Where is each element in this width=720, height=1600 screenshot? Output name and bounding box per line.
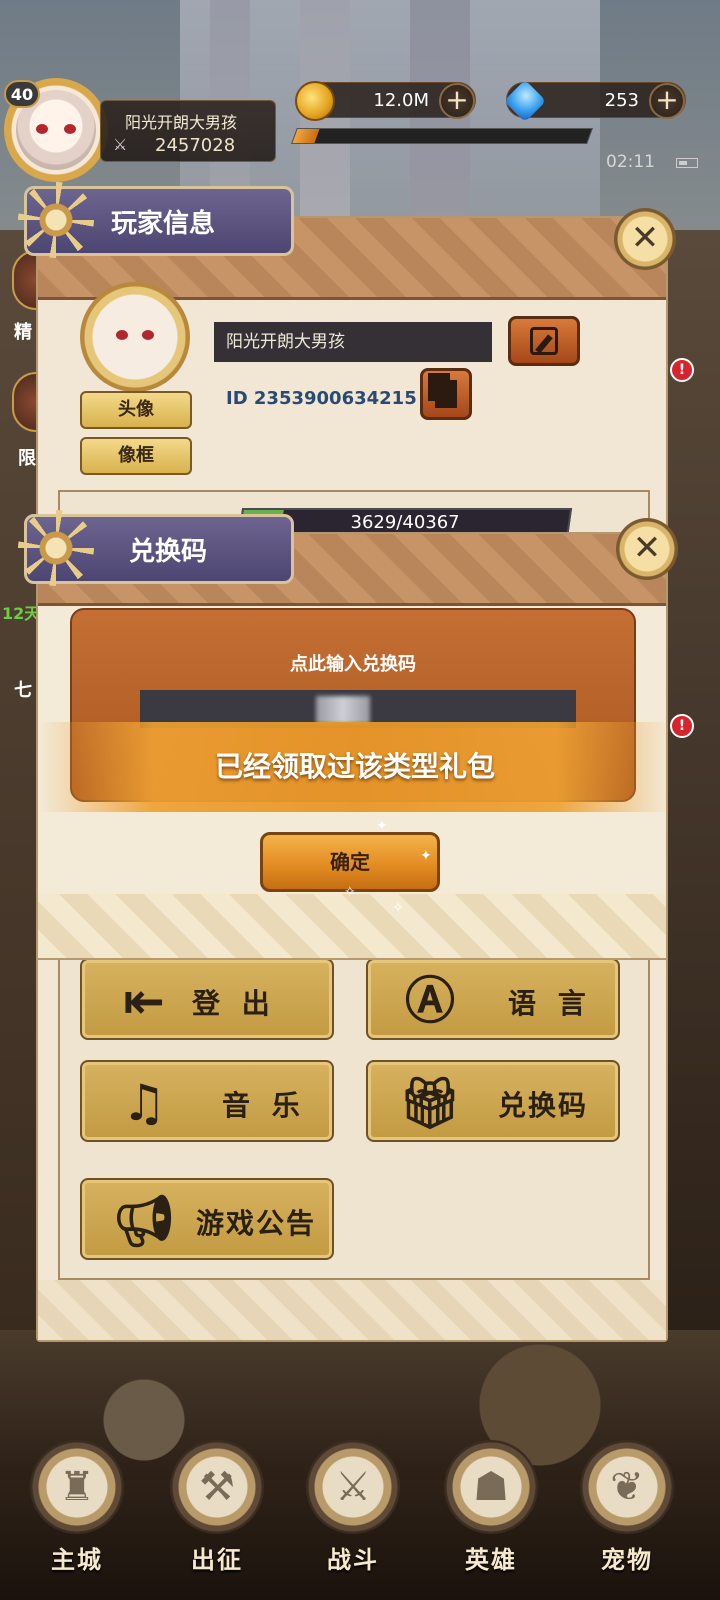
logout-label: 登 出: [192, 987, 276, 1020]
announcement-button[interactable]: 📢︎ 游戏公告: [80, 1178, 334, 1260]
gold-coin-icon: [295, 81, 335, 121]
music-icon: ♫: [121, 1074, 167, 1132]
star-emblem-icon: [18, 182, 94, 258]
castle-icon: ♜: [30, 1440, 124, 1534]
side-label-1: 精: [14, 322, 32, 343]
notification-badge: !: [670, 714, 694, 738]
side-timer-label: 12天: [2, 604, 41, 623]
name-plate[interactable]: 阳光开朗大男孩 ⚔ 2457028: [100, 100, 276, 162]
logout-icon: ⇤: [123, 972, 165, 1030]
nav-label: 战斗: [327, 1546, 379, 1574]
copy-id-button[interactable]: [420, 368, 472, 420]
copy-icon: [435, 380, 457, 408]
nav-main-city[interactable]: ♜ 主城: [22, 1440, 132, 1600]
language-button[interactable]: Ⓐ 语 言: [366, 958, 620, 1040]
nav-label: 英雄: [465, 1546, 517, 1574]
clock: 02:11: [606, 152, 655, 172]
nav-label: 主城: [51, 1546, 103, 1574]
logout-button[interactable]: ⇤ 登 出: [80, 958, 334, 1040]
battery-icon: [676, 158, 698, 168]
language-icon: Ⓐ: [405, 972, 455, 1030]
player-name: 阳光开朗大男孩: [125, 113, 238, 132]
megaphone-icon: 📢︎: [112, 1192, 176, 1250]
level-badge: 40: [4, 80, 40, 108]
nav-heroes[interactable]: ☗ 英雄: [436, 1440, 546, 1600]
dragon-pet-icon: ❦: [580, 1440, 674, 1534]
nav-label: 出征: [191, 1546, 243, 1574]
gold-counter: 12.0M +: [295, 81, 476, 121]
add-gold-button[interactable]: +: [439, 83, 475, 119]
frame-button[interactable]: 像框: [80, 437, 192, 475]
crossed-hammers-icon: ⚒: [170, 1440, 264, 1534]
redeem-code-button[interactable]: 🎁︎ 兑换码: [366, 1060, 620, 1142]
sparkle-icon: ✧: [392, 900, 404, 916]
toast-message: 已经领取过该类型礼包: [40, 722, 670, 812]
redeem-input-title: 点此输入兑换码: [290, 654, 416, 675]
player-info-title-text: 玩家信息: [111, 208, 216, 239]
experience-bar: [291, 128, 593, 144]
nav-expedition[interactable]: ⚒ 出征: [162, 1440, 272, 1600]
nav-pets[interactable]: ❦ 宠物: [572, 1440, 682, 1600]
right-scenery: [666, 230, 720, 1330]
crossed-swords-icon: ⚔: [113, 135, 128, 154]
gold-value: 12.0M: [373, 90, 429, 111]
add-gems-button[interactable]: +: [649, 83, 685, 119]
gem-counter: 253 +: [503, 79, 686, 123]
edit-icon: [530, 327, 558, 355]
power-value: 2457028: [155, 135, 236, 156]
sparkle-icon: ✦: [376, 818, 388, 834]
confirm-button[interactable]: 确定: [260, 832, 440, 892]
redeem-footer: [38, 894, 666, 958]
player-name-field: 阳光开朗大男孩: [214, 322, 492, 362]
close-player-info-button[interactable]: ✕: [614, 208, 676, 270]
side-label-2: 限: [18, 448, 36, 469]
battle-shield-icon: ⚔: [306, 1440, 400, 1534]
music-label: 音 乐: [222, 1089, 306, 1122]
gift-icon: 🎁︎: [398, 1074, 462, 1132]
gem-value: 253: [604, 90, 639, 111]
blurred-code: [316, 696, 370, 724]
sparkle-icon: ✦: [420, 848, 432, 864]
sparkle-icon: ✧: [344, 884, 356, 900]
player-id: ID 2353900634215: [226, 388, 417, 409]
side-label-3: 七: [14, 680, 32, 701]
redeem-title-text: 兑换码: [129, 536, 208, 567]
language-label: 语 言: [508, 987, 592, 1020]
experience-fill: [292, 129, 320, 143]
panel-footer: [38, 1280, 666, 1340]
close-redeem-button[interactable]: ✕: [616, 518, 678, 580]
nav-label: 宠物: [601, 1546, 653, 1574]
notification-badge: !: [670, 358, 694, 382]
music-button[interactable]: ♫ 音 乐: [80, 1060, 334, 1142]
profile-avatar[interactable]: [80, 282, 190, 392]
hooded-hero-icon: ☗: [444, 1440, 538, 1534]
star-emblem-icon: [18, 510, 94, 586]
announcement-label: 游戏公告: [196, 1207, 317, 1240]
redeem-code-label: 兑换码: [498, 1089, 589, 1122]
edit-name-button[interactable]: [508, 316, 580, 366]
nav-battle[interactable]: ⚔ 战斗: [298, 1440, 408, 1600]
avatar-button[interactable]: 头像: [80, 391, 192, 429]
